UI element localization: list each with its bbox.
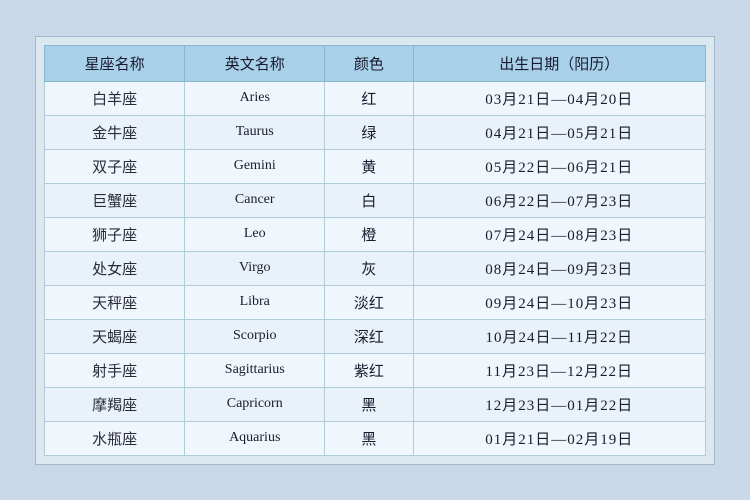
table-row: 白羊座Aries红03月21日—04月20日 — [45, 81, 706, 115]
cell-english-name: Gemini — [185, 149, 325, 183]
cell-english-name: Scorpio — [185, 319, 325, 353]
table-row: 射手座Sagittarius紫红11月23日—12月22日 — [45, 353, 706, 387]
header-dates: 出生日期（阳历） — [413, 45, 705, 81]
cell-color: 淡红 — [325, 285, 413, 319]
cell-dates: 08月24日—09月23日 — [413, 251, 705, 285]
cell-english-name: Capricorn — [185, 387, 325, 421]
table-body: 白羊座Aries红03月21日—04月20日金牛座Taurus绿04月21日—0… — [45, 81, 706, 455]
header-english-name: 英文名称 — [185, 45, 325, 81]
header-chinese-name: 星座名称 — [45, 45, 185, 81]
cell-dates: 06月22日—07月23日 — [413, 183, 705, 217]
cell-chinese-name: 双子座 — [45, 149, 185, 183]
cell-color: 深红 — [325, 319, 413, 353]
cell-dates: 11月23日—12月22日 — [413, 353, 705, 387]
cell-color: 绿 — [325, 115, 413, 149]
table-header-row: 星座名称 英文名称 颜色 出生日期（阳历） — [45, 45, 706, 81]
cell-color: 黄 — [325, 149, 413, 183]
cell-english-name: Sagittarius — [185, 353, 325, 387]
cell-english-name: Taurus — [185, 115, 325, 149]
cell-color: 橙 — [325, 217, 413, 251]
cell-chinese-name: 金牛座 — [45, 115, 185, 149]
cell-english-name: Cancer — [185, 183, 325, 217]
cell-chinese-name: 天秤座 — [45, 285, 185, 319]
cell-chinese-name: 巨蟹座 — [45, 183, 185, 217]
table-row: 天蝎座Scorpio深红10月24日—11月22日 — [45, 319, 706, 353]
cell-dates: 05月22日—06月21日 — [413, 149, 705, 183]
cell-dates: 12月23日—01月22日 — [413, 387, 705, 421]
cell-chinese-name: 水瓶座 — [45, 421, 185, 455]
cell-chinese-name: 白羊座 — [45, 81, 185, 115]
table-row: 双子座Gemini黄05月22日—06月21日 — [45, 149, 706, 183]
cell-color: 黑 — [325, 421, 413, 455]
cell-color: 红 — [325, 81, 413, 115]
cell-english-name: Aries — [185, 81, 325, 115]
cell-color: 白 — [325, 183, 413, 217]
cell-chinese-name: 天蝎座 — [45, 319, 185, 353]
zodiac-table: 星座名称 英文名称 颜色 出生日期（阳历） 白羊座Aries红03月21日—04… — [44, 45, 706, 456]
cell-chinese-name: 射手座 — [45, 353, 185, 387]
cell-chinese-name: 处女座 — [45, 251, 185, 285]
header-color: 颜色 — [325, 45, 413, 81]
cell-dates: 04月21日—05月21日 — [413, 115, 705, 149]
cell-color: 灰 — [325, 251, 413, 285]
cell-dates: 07月24日—08月23日 — [413, 217, 705, 251]
table-row: 水瓶座Aquarius黑01月21日—02月19日 — [45, 421, 706, 455]
table-row: 狮子座Leo橙07月24日—08月23日 — [45, 217, 706, 251]
cell-chinese-name: 摩羯座 — [45, 387, 185, 421]
cell-dates: 09月24日—10月23日 — [413, 285, 705, 319]
cell-dates: 03月21日—04月20日 — [413, 81, 705, 115]
table-row: 巨蟹座Cancer白06月22日—07月23日 — [45, 183, 706, 217]
table-row: 金牛座Taurus绿04月21日—05月21日 — [45, 115, 706, 149]
cell-english-name: Leo — [185, 217, 325, 251]
cell-english-name: Aquarius — [185, 421, 325, 455]
cell-dates: 01月21日—02月19日 — [413, 421, 705, 455]
cell-english-name: Virgo — [185, 251, 325, 285]
zodiac-table-container: 星座名称 英文名称 颜色 出生日期（阳历） 白羊座Aries红03月21日—04… — [35, 36, 715, 465]
table-row: 摩羯座Capricorn黑12月23日—01月22日 — [45, 387, 706, 421]
table-row: 处女座Virgo灰08月24日—09月23日 — [45, 251, 706, 285]
table-row: 天秤座Libra淡红09月24日—10月23日 — [45, 285, 706, 319]
cell-dates: 10月24日—11月22日 — [413, 319, 705, 353]
cell-chinese-name: 狮子座 — [45, 217, 185, 251]
cell-english-name: Libra — [185, 285, 325, 319]
cell-color: 黑 — [325, 387, 413, 421]
cell-color: 紫红 — [325, 353, 413, 387]
